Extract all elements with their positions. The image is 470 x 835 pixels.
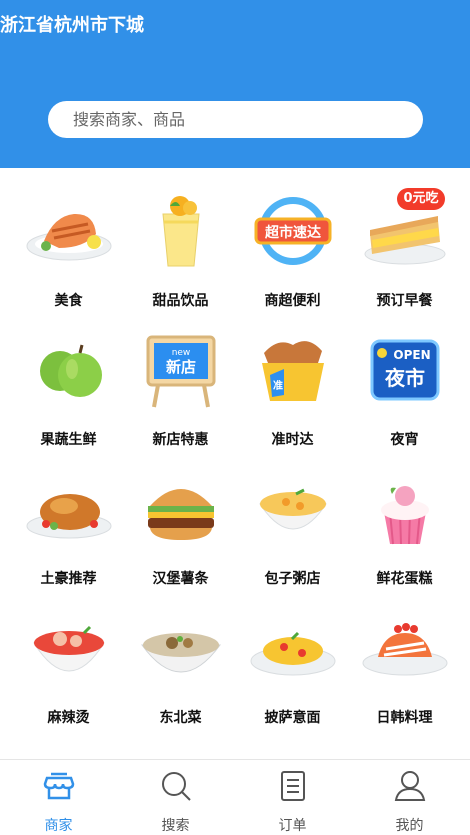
category-label: 麻辣烫 <box>47 710 90 726</box>
green-apple-icon <box>24 325 114 415</box>
pasta-plate-icon <box>248 603 338 693</box>
roast-chicken-icon <box>24 464 114 554</box>
store-icon <box>41 768 77 804</box>
category-meishi[interactable]: 美食 <box>10 168 127 309</box>
category-baozi[interactable]: 包子粥店 <box>234 446 351 587</box>
order-list-icon <box>275 768 311 804</box>
bottom-tabbar: 商家 搜索 订单 我的 <box>0 759 470 834</box>
supermarket-express-icon: 超市速达 <box>248 186 338 276</box>
tab-wode[interactable]: 我的 <box>351 760 468 835</box>
svg-text:准: 准 <box>273 379 283 392</box>
svg-text:夜市: 夜市 <box>384 366 425 390</box>
malatang-bowl-icon <box>24 603 114 693</box>
sushi-plate-icon <box>360 603 450 693</box>
category-hanbao[interactable]: 汉堡薯条 <box>122 446 239 587</box>
search-icon <box>158 768 194 804</box>
category-xianhua[interactable]: 鲜花蛋糕 <box>346 446 463 587</box>
svg-text:OPEN: OPEN <box>393 348 430 362</box>
user-icon <box>392 768 428 804</box>
category-guoshu[interactable]: 果蔬生鲜 <box>10 307 127 448</box>
svg-text:新店: 新店 <box>165 358 195 376</box>
on-time-box-icon: 准 <box>248 325 338 415</box>
tab-sousuo[interactable]: 搜索 <box>117 760 234 835</box>
stew-bowl-icon <box>136 603 226 693</box>
tab-dingdan[interactable]: 订单 <box>234 760 351 835</box>
porridge-bowl-icon <box>248 464 338 554</box>
category-xindian[interactable]: new 新店 新店特惠 <box>122 307 239 448</box>
tab-label: 搜索 <box>161 818 190 834</box>
svg-text:超市速达: 超市速达 <box>264 224 321 241</box>
category-label: 披萨意面 <box>264 710 321 726</box>
tab-label: 我的 <box>395 818 424 834</box>
mango-drink-icon <box>136 186 226 276</box>
search-placeholder: 搜索商家、商品 <box>73 110 186 129</box>
cupcake-icon <box>360 464 450 554</box>
location-label[interactable]: 浙江省杭州市下城 <box>0 14 144 38</box>
burger-icon <box>136 464 226 554</box>
new-store-sign-icon: new 新店 <box>136 325 226 415</box>
search-input[interactable]: 搜索商家、商品 <box>48 101 423 138</box>
category-label: 日韩料理 <box>376 710 433 726</box>
category-tuhao[interactable]: 土豪推荐 <box>10 446 127 587</box>
category-pisa[interactable]: 披萨意面 <box>234 585 351 726</box>
tab-label: 订单 <box>278 818 307 834</box>
promo-badge: 0元吃 <box>397 188 445 210</box>
category-shangchao[interactable]: 超市速达 商超便利 <box>234 168 351 309</box>
category-zhunshida[interactable]: 准 准时达 <box>234 307 351 448</box>
open-night-market-icon: OPEN 夜市 <box>360 325 450 415</box>
tab-shangjia[interactable]: 商家 <box>0 760 117 835</box>
category-tianpin[interactable]: 甜品饮品 <box>122 168 239 309</box>
category-yexiao[interactable]: OPEN 夜市 夜宵 <box>346 307 463 448</box>
category-zaocan[interactable]: 0元吃 预订早餐 <box>346 168 463 309</box>
category-malatang[interactable]: 麻辣烫 <box>10 585 127 726</box>
category-label: 东北菜 <box>159 710 202 726</box>
grilled-salmon-icon <box>24 186 114 276</box>
header: 浙江省杭州市下城 搜索商家、商品 <box>0 0 470 168</box>
category-rihan[interactable]: 日韩料理 <box>346 585 463 726</box>
svg-text:new: new <box>171 348 190 358</box>
tab-label: 商家 <box>44 818 73 834</box>
category-dongbeicai[interactable]: 东北菜 <box>122 585 239 726</box>
